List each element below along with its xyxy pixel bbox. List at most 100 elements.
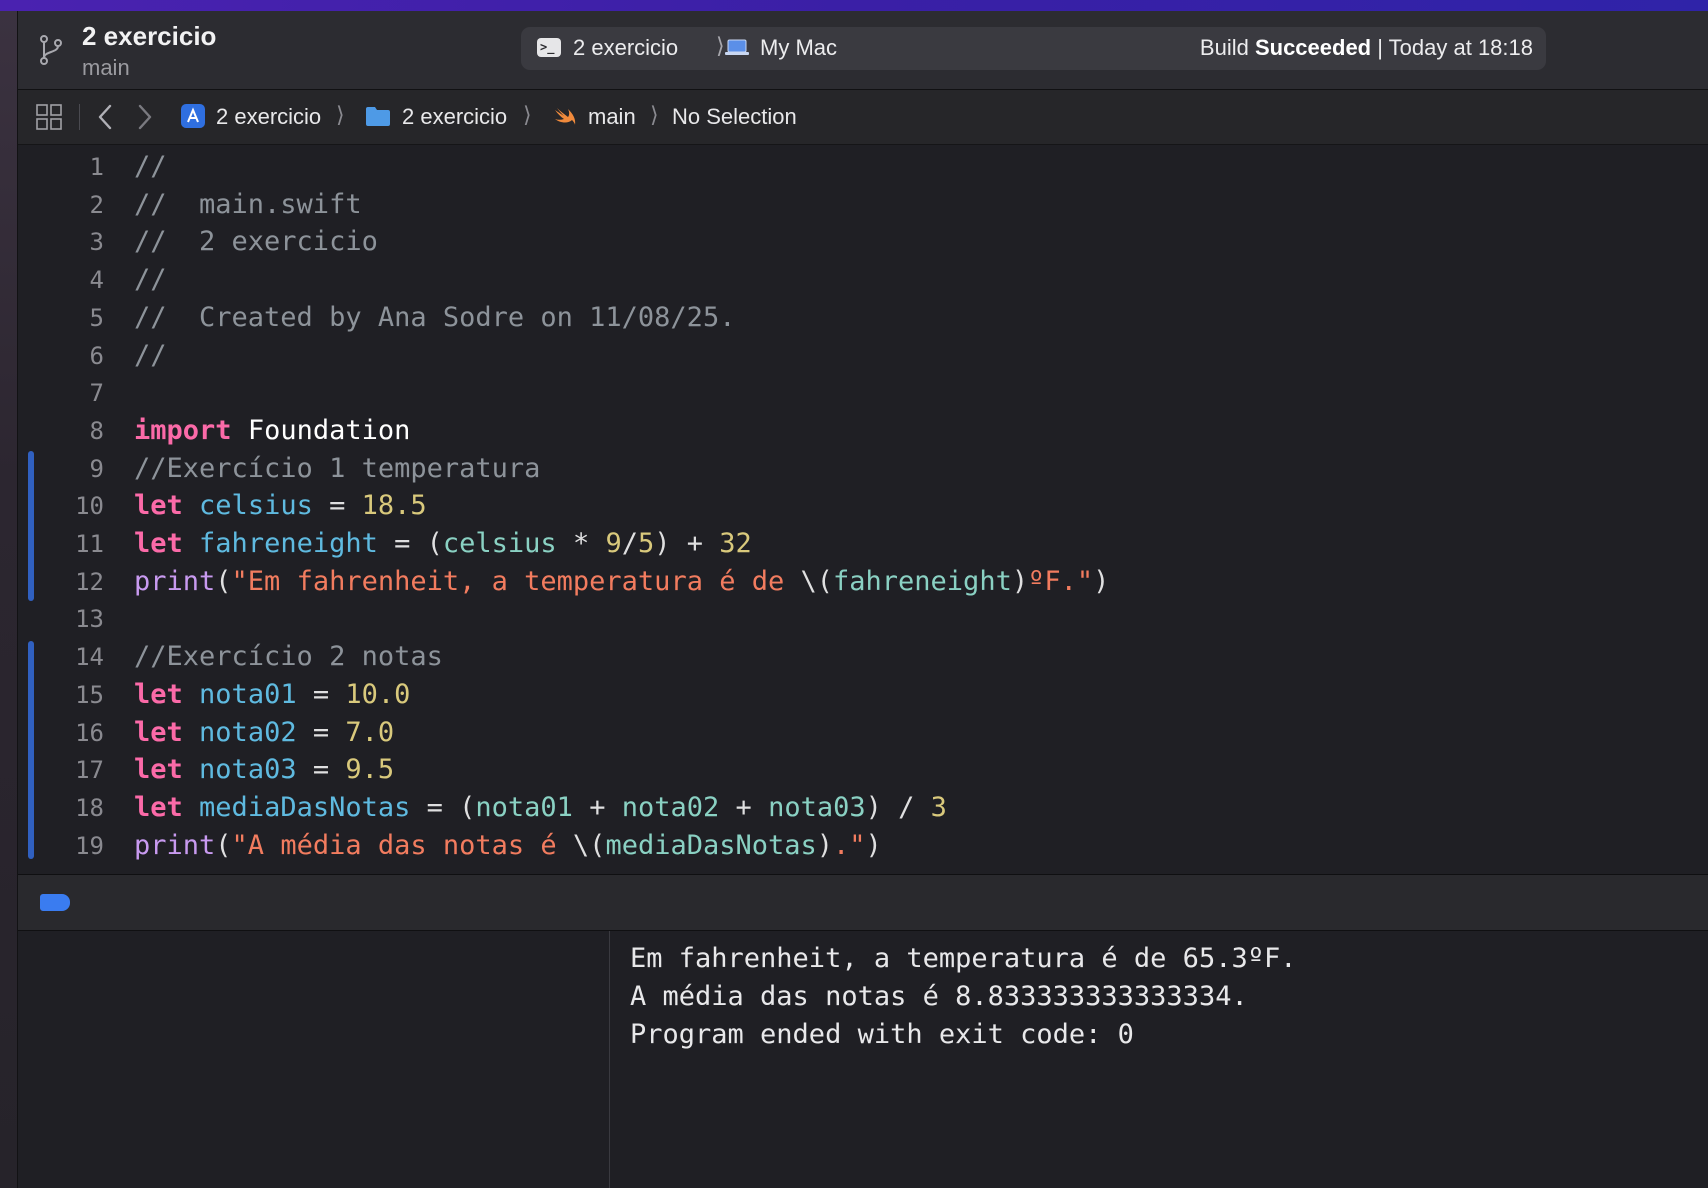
back-button[interactable] — [94, 102, 118, 132]
code-token: let — [134, 528, 183, 559]
code-token: = ( — [410, 792, 476, 823]
breadcrumb-symbol[interactable]: No Selection — [672, 104, 797, 130]
folder-icon — [366, 107, 390, 126]
line-number: 18 — [75, 794, 104, 822]
line-number: 2 — [89, 191, 104, 219]
code-line[interactable]: 14 //Exercício 2 notas — [18, 638, 1708, 676]
line-number: 19 — [75, 832, 104, 860]
console-output[interactable]: Em fahrenheit, a temperatura é de 65.3ºF… — [610, 931, 1708, 1188]
code-token: 10.0 — [345, 679, 411, 710]
code-token: \( — [572, 830, 606, 861]
terminal-icon: >_ — [537, 38, 561, 57]
code-token: ) — [865, 830, 882, 861]
scheme-selector[interactable]: 2 exercicio — [573, 35, 678, 61]
code-text: // — [134, 261, 167, 299]
code-text: //Exercício 1 temperatura — [134, 450, 540, 488]
code-text: let mediaDasNotas = (nota01 + nota02 + n… — [134, 789, 947, 827]
chevron-right-icon: ⟩ — [523, 102, 532, 127]
code-token: / — [621, 528, 638, 559]
console-line: Program ended with exit code: 0 — [630, 1019, 1134, 1050]
jump-bar: 2 exercicio ⟩ 2 exercicio ⟩ main ⟩ No Se… — [18, 90, 1708, 145]
line-number: 9 — [89, 455, 104, 483]
code-token: celsius — [199, 490, 313, 521]
code-line[interactable]: 15 let nota01 = 10.0 — [18, 676, 1708, 714]
code-token: 5 — [638, 528, 655, 559]
code-line[interactable]: 8 import Foundation — [18, 412, 1708, 450]
code-line[interactable]: 7 — [18, 374, 1708, 412]
xcode-project-icon — [181, 104, 205, 128]
code-token: // main.swift — [134, 189, 362, 220]
source-editor[interactable]: 1 // 2 // main.swift 3 // 2 exercicio 4 // 5 // C… — [18, 145, 1708, 875]
code-text: let nota02 = 7.0 — [134, 714, 394, 752]
chevron-right-icon: ⟩ — [336, 102, 345, 127]
code-token: //Exercício 2 notas — [134, 641, 443, 672]
line-number: 15 — [75, 681, 104, 709]
code-line[interactable]: 11 let fahreneight = (celsius * 9/5) + 32 — [18, 525, 1708, 563]
code-line[interactable]: 1 // — [18, 148, 1708, 186]
code-token: // — [134, 264, 167, 295]
code-token: + — [719, 792, 769, 823]
code-token: print — [134, 830, 216, 861]
code-token: let — [134, 679, 183, 710]
code-token: // — [134, 151, 167, 182]
code-text: print("A média das notas é \(mediaDasNot… — [134, 827, 882, 865]
code-line[interactable]: 4 // — [18, 261, 1708, 299]
code-line[interactable]: 12 print("Em fahrenheit, a temperatura é … — [18, 563, 1708, 601]
window-top-strip — [0, 0, 1708, 11]
code-text: // — [134, 148, 167, 186]
code-line[interactable]: 13 — [18, 600, 1708, 638]
code-text: let celsius = 18.5 — [134, 487, 427, 525]
code-token: nota02 — [199, 717, 297, 748]
breadcrumb-project[interactable]: 2 exercicio — [216, 104, 321, 130]
branch-name[interactable]: main — [82, 55, 130, 81]
code-token: let — [134, 490, 183, 521]
code-line[interactable]: 19 print("A média das notas é \(mediaDasN… — [18, 827, 1708, 865]
code-token: \( — [800, 566, 834, 597]
breadcrumb-file[interactable]: main — [588, 104, 636, 130]
line-number: 1 — [89, 153, 104, 181]
code-token: = — [296, 717, 346, 748]
code-token: ( — [215, 830, 232, 861]
jump-bar-divider — [79, 104, 80, 130]
variables-view[interactable] — [18, 931, 610, 1188]
branch-icon[interactable] — [36, 33, 66, 67]
build-status: Build Succeeded | Today at 18:18 — [1200, 35, 1533, 61]
code-token: let — [134, 792, 183, 823]
code-token: // 2 exercicio — [134, 226, 378, 257]
code-line[interactable]: 10 let celsius = 18.5 — [18, 487, 1708, 525]
code-token: 9 — [605, 528, 622, 559]
code-line[interactable]: 16 let nota02 = 7.0 — [18, 714, 1708, 752]
code-token: let — [134, 754, 183, 785]
code-line[interactable]: 5 // Created by Ana Sodre on 11/08/25. — [18, 299, 1708, 337]
code-token: 9.5 — [345, 754, 395, 785]
code-token: nota01 — [199, 679, 297, 710]
debug-bar — [18, 875, 1708, 931]
line-number: 6 — [89, 342, 104, 370]
code-line[interactable]: 6 // — [18, 337, 1708, 375]
code-token: fahreneight — [199, 528, 378, 559]
project-name[interactable]: 2 exercicio — [82, 21, 216, 52]
code-line[interactable]: 18 let mediaDasNotas = (nota01 + nota02 +… — [18, 789, 1708, 827]
code-line[interactable]: 2 // main.swift — [18, 186, 1708, 224]
build-status-time: | Today at 18:18 — [1371, 35, 1533, 60]
code-token: let — [134, 717, 183, 748]
code-token: // — [134, 340, 167, 371]
run-destination-selector[interactable]: My Mac — [760, 35, 837, 61]
code-text: print("Em fahrenheit, a temperatura é de… — [134, 563, 1109, 601]
code-token: ) — [816, 830, 834, 861]
code-token: ) + — [654, 528, 720, 559]
code-line[interactable]: 3 // 2 exercicio — [18, 223, 1708, 261]
code-line[interactable]: 17 let nota03 = 9.5 — [18, 751, 1708, 789]
code-token: nota02 — [621, 792, 720, 823]
code-line[interactable]: 9 //Exercício 1 temperatura — [18, 450, 1708, 488]
code-token: 32 — [719, 528, 752, 559]
line-number: 13 — [75, 605, 104, 633]
breadcrumb-group[interactable]: 2 exercicio — [402, 104, 507, 130]
code-token: nota03 — [199, 754, 297, 785]
forward-button[interactable] — [132, 102, 156, 132]
breakpoints-toggle-button[interactable] — [40, 894, 70, 911]
related-items-grid-icon[interactable] — [36, 104, 62, 130]
code-token: * — [556, 528, 606, 559]
